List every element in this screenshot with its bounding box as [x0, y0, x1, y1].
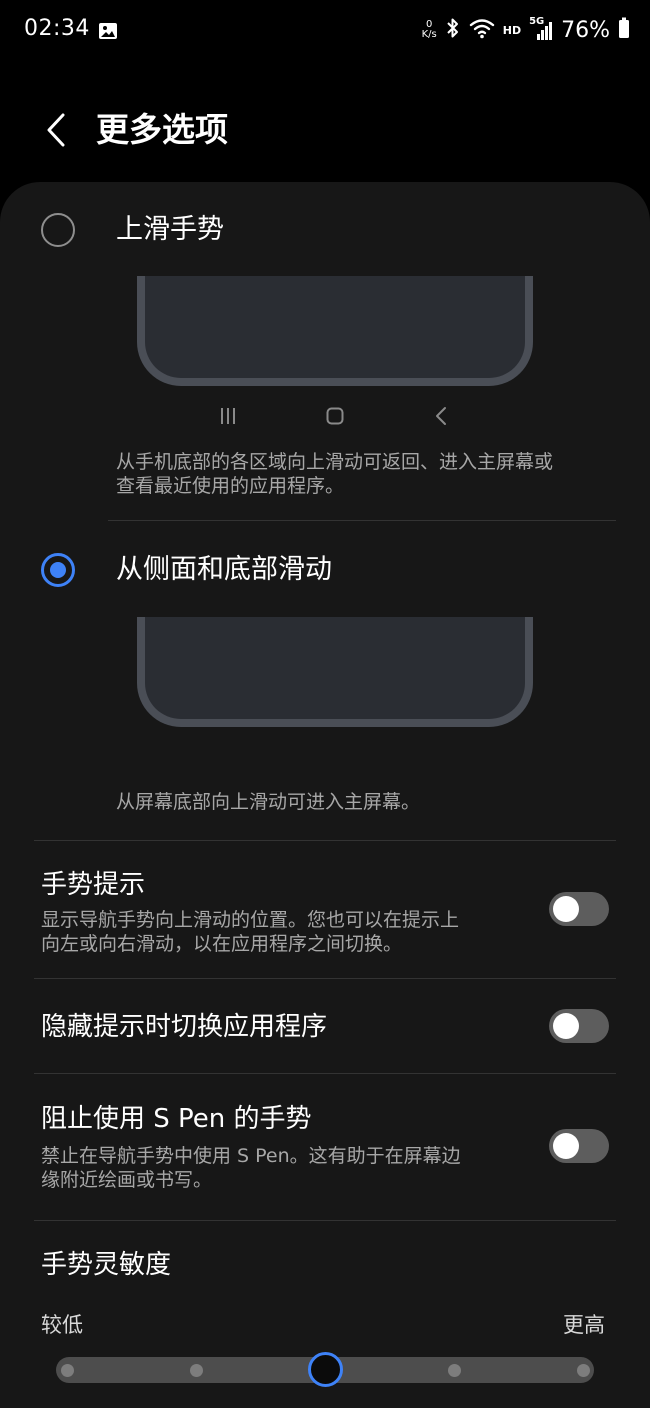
- network-speed-unit: K/s: [421, 29, 437, 40]
- option-side-bottom-swipe[interactable]: 从侧面和底部滑动: [0, 540, 650, 600]
- radio-button-checked[interactable]: [41, 553, 75, 587]
- app-header: 更多选项: [0, 100, 650, 160]
- setting-description: 显示导航手势向上滑动的位置。您也可以在提示上 向左或向右滑动，以在应用程序之间切…: [41, 908, 521, 956]
- switch-apps-toggle[interactable]: [549, 1009, 609, 1043]
- divider: [34, 1073, 616, 1074]
- slider-step-dot: [576, 1364, 590, 1377]
- setting-description: 禁止在导航手势中使用 S Pen。这有助于在屏幕边 缘附近绘画或书写。: [41, 1144, 521, 1192]
- option-swipe-gestures[interactable]: 上滑手势: [0, 200, 650, 260]
- divider: [34, 978, 616, 979]
- setting-gesture-hint[interactable]: 手势提示 显示导航手势向上滑动的位置。您也可以在提示上 向左或向右滑动，以在应用…: [0, 858, 650, 968]
- setting-block-s-pen-gestures[interactable]: 阻止使用 S Pen 的手势 禁止在导航手势中使用 S Pen。这有助于在屏幕边…: [0, 1088, 650, 1208]
- description-line: 禁止在导航手势中使用 S Pen。这有助于在屏幕边: [41, 1145, 461, 1167]
- slider-step-dot: [60, 1364, 74, 1377]
- battery-icon: [618, 17, 630, 43]
- slider-step-dot: [447, 1364, 461, 1377]
- home-icon: [320, 400, 350, 432]
- toggle-knob: [553, 1013, 579, 1039]
- description-line: 从手机底部的各区域向上滑动可返回、进入主屏幕或: [116, 451, 554, 473]
- description-line: 向左或向右滑动，以在应用程序之间切换。: [41, 933, 403, 955]
- setting-title: 阻止使用 S Pen 的手势: [41, 1104, 312, 1134]
- side-bottom-swipe-preview: [137, 617, 533, 727]
- option-label: 上滑手势: [116, 214, 224, 245]
- sensitivity-slider[interactable]: [56, 1352, 594, 1387]
- status-time: 02:34: [24, 16, 90, 41]
- block-s-pen-toggle[interactable]: [549, 1129, 609, 1163]
- radio-button-unchecked[interactable]: [41, 213, 75, 247]
- description-line: 查看最近使用的应用程序。: [116, 475, 345, 497]
- setting-title: 手势提示: [41, 870, 146, 900]
- wifi-icon: [469, 17, 495, 43]
- status-bar: 02:34 0 K/s HD 5G 76%: [0, 0, 650, 60]
- option-label: 从侧面和底部滑动: [116, 554, 332, 585]
- setting-title: 隐藏提示时切换应用程序: [41, 1012, 328, 1042]
- chevron-left-icon: [47, 113, 65, 147]
- recent-apps-icon: [213, 400, 243, 432]
- hd-label: HD: [502, 23, 522, 37]
- option-description: 从屏幕底部向上滑动可进入主屏幕。: [116, 790, 420, 814]
- sensitivity-title: 手势灵敏度: [41, 1250, 172, 1280]
- divider: [34, 840, 616, 841]
- option-description: 从手机底部的各区域向上滑动可返回、进入主屏幕或 查看最近使用的应用程序。: [116, 450, 553, 498]
- status-icons: 0 K/s HD 5G 76%: [422, 14, 630, 46]
- sensitivity-low-label: 较低: [41, 1313, 83, 1337]
- radio-dot: [50, 562, 66, 578]
- toggle-knob: [553, 896, 579, 922]
- signal-icon: 5G: [529, 16, 553, 42]
- divider: [34, 1220, 616, 1221]
- swipe-gestures-preview: [137, 276, 533, 386]
- image-icon: [98, 22, 118, 40]
- battery-percent: 76%: [561, 17, 610, 43]
- back-button[interactable]: [36, 108, 76, 152]
- gesture-hint-toggle[interactable]: [549, 892, 609, 926]
- network-speed: 0 K/s: [422, 20, 437, 40]
- page-title: 更多选项: [96, 110, 228, 149]
- back-icon: [427, 400, 457, 432]
- slider-thumb[interactable]: [307, 1352, 343, 1387]
- description-line: 缘附近绘画或书写。: [41, 1169, 213, 1191]
- divider: [108, 520, 616, 521]
- sensitivity-high-label: 更高: [563, 1313, 605, 1337]
- nav-bar-preview: [137, 400, 533, 432]
- description-line: 显示导航手势向上滑动的位置。您也可以在提示上: [41, 909, 460, 931]
- toggle-knob: [553, 1133, 579, 1159]
- bluetooth-icon: [445, 17, 461, 43]
- slider-step-dot: [189, 1364, 203, 1377]
- setting-switch-apps-hidden-hint[interactable]: 隐藏提示时切换应用程序: [0, 990, 650, 1070]
- description-line: 从屏幕底部向上滑动可进入主屏幕。: [116, 791, 421, 813]
